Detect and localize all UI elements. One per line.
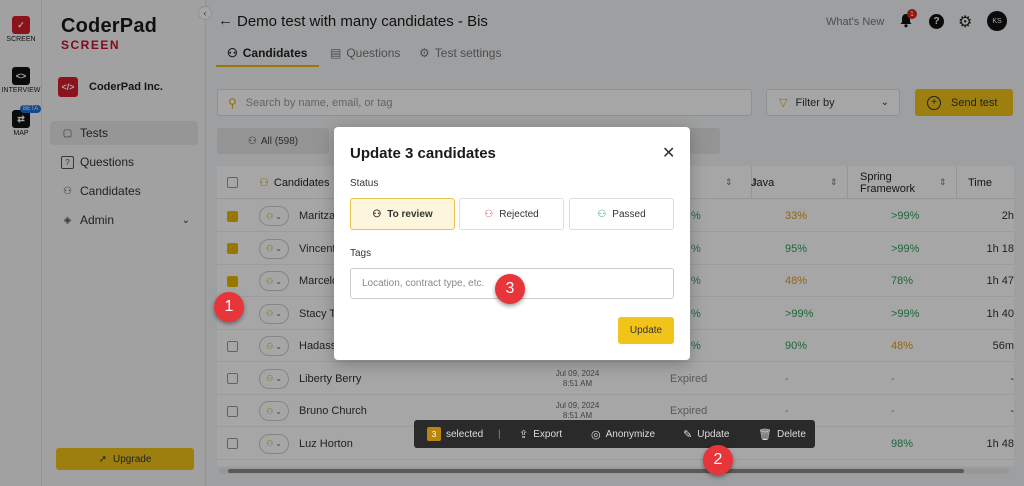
trash-icon: 🗑 [758,428,772,441]
person-rejected-icon: ⚇ [484,208,494,220]
close-icon[interactable]: ✕ [662,143,675,163]
status-passed-button[interactable]: ⚇ Passed [569,198,674,230]
update-bulk-button[interactable]: ✎ Update [683,420,729,448]
delete-label: Delete [776,428,806,440]
anonymize-label: Anonymize [605,428,656,440]
update-label: Update [697,428,730,440]
export-button[interactable]: ⇪ Export [519,420,562,448]
export-icon: ⇪ [519,428,529,441]
status-option-label: To review [387,208,433,220]
status-label: Status [350,178,379,189]
update-button[interactable]: Update [618,317,674,344]
selected-count: 3 selected [427,420,483,448]
anonymize-icon: ◎ [591,428,601,441]
pencil-icon: ✎ [683,428,693,441]
selected-label: selected [446,428,484,440]
person-passed-icon: ⚇ [597,208,607,220]
step-marker-3: 3 [495,274,525,304]
update-candidates-dialog: Update 3 candidates ✕ Status ⚇ To review… [334,127,690,360]
step-marker-2: 2 [703,445,733,475]
tags-label: Tags [350,248,372,259]
status-option-label: Passed [612,208,646,220]
status-option-label: Rejected [499,208,539,220]
selected-count-badge: 3 [427,427,441,441]
divider: | [498,428,501,440]
export-label: Export [533,428,563,440]
status-rejected-button[interactable]: ⚇ Rejected [459,198,564,230]
status-to-review-button[interactable]: ⚇ To review [350,198,455,230]
dialog-title: Update 3 candidates [350,145,496,162]
bulk-action-bar: 3 selected | ⇪ Export ◎ Anonymize ✎ Upda… [414,420,815,448]
step-marker-1: 1 [214,292,244,322]
anonymize-button[interactable]: ◎ Anonymize [591,420,655,448]
delete-button[interactable]: 🗑 Delete [758,420,806,448]
person-review-icon: ⚇ [372,208,382,220]
